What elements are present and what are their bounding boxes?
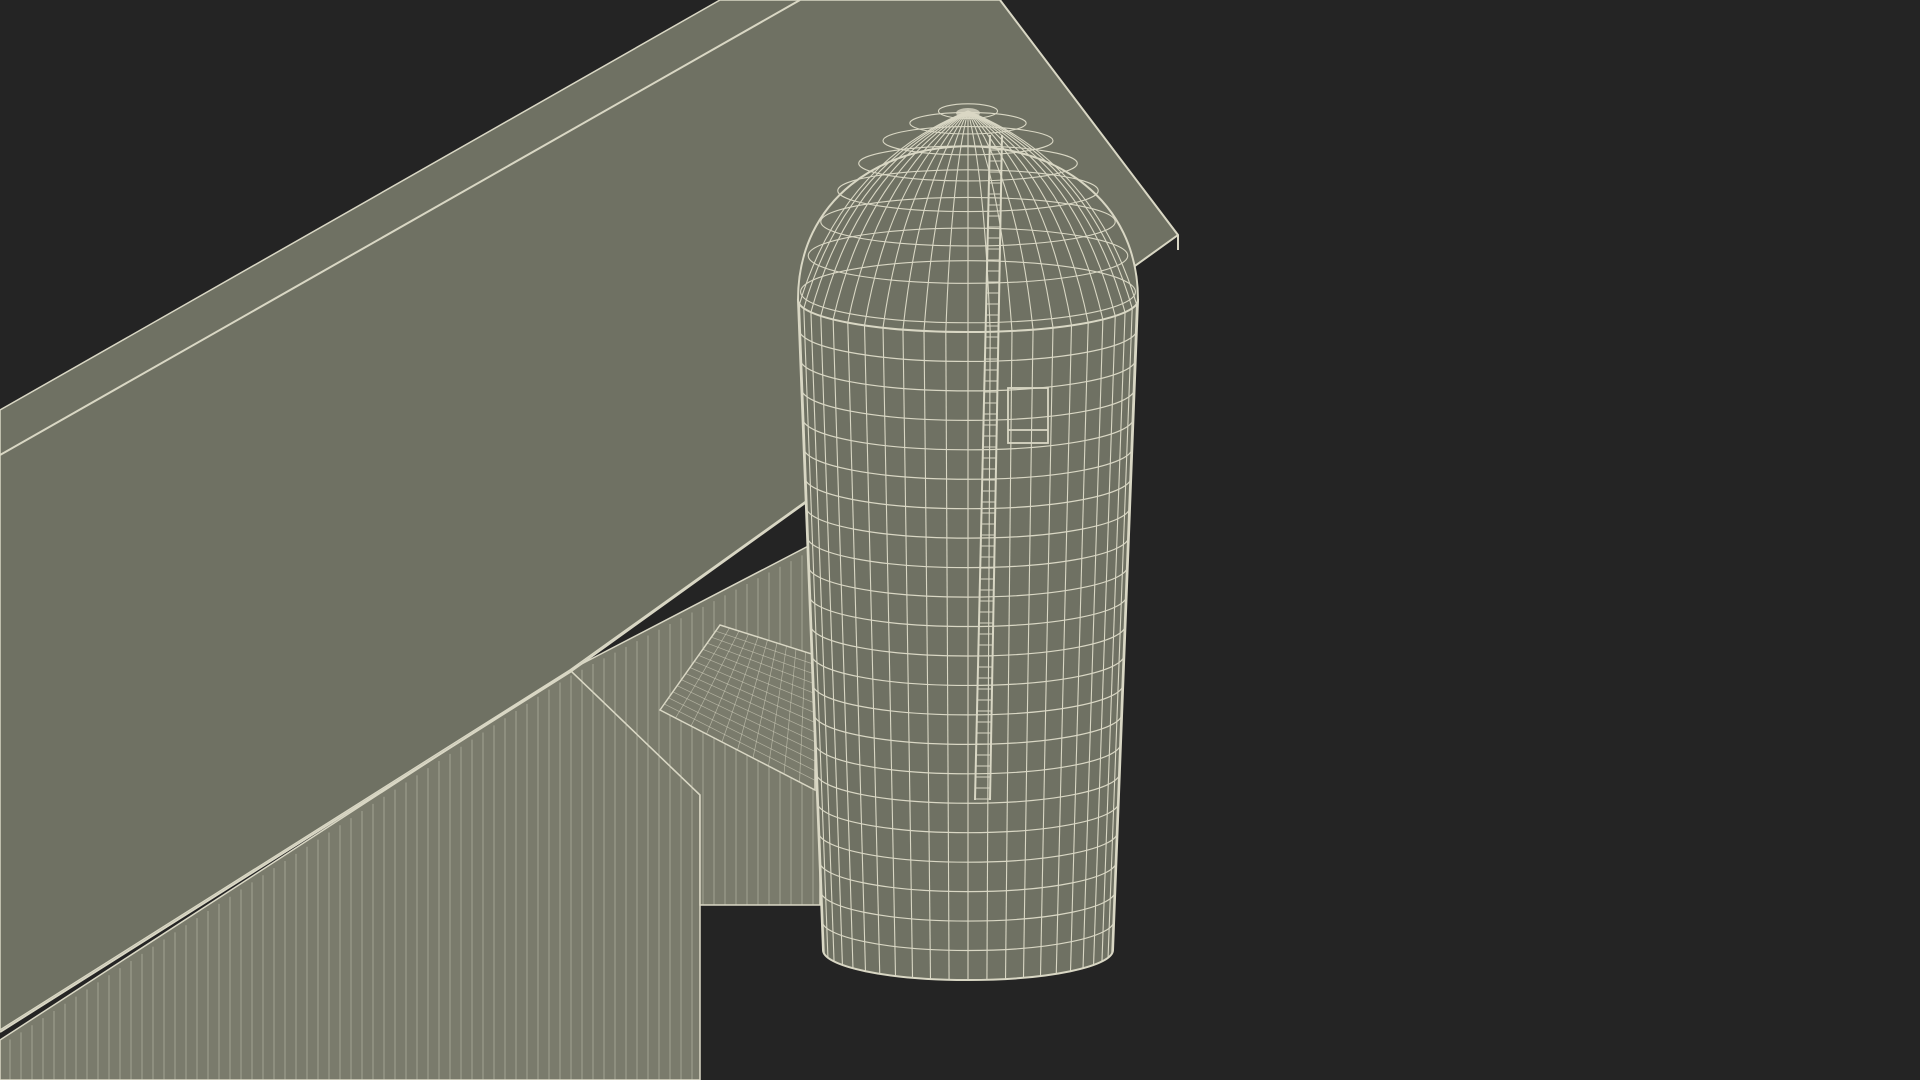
scene-canvas [0,0,1920,1080]
silo-body [796,299,1140,981]
3d-wireframe-viewport[interactable] [0,0,1920,1080]
grain-silo [796,103,1140,981]
